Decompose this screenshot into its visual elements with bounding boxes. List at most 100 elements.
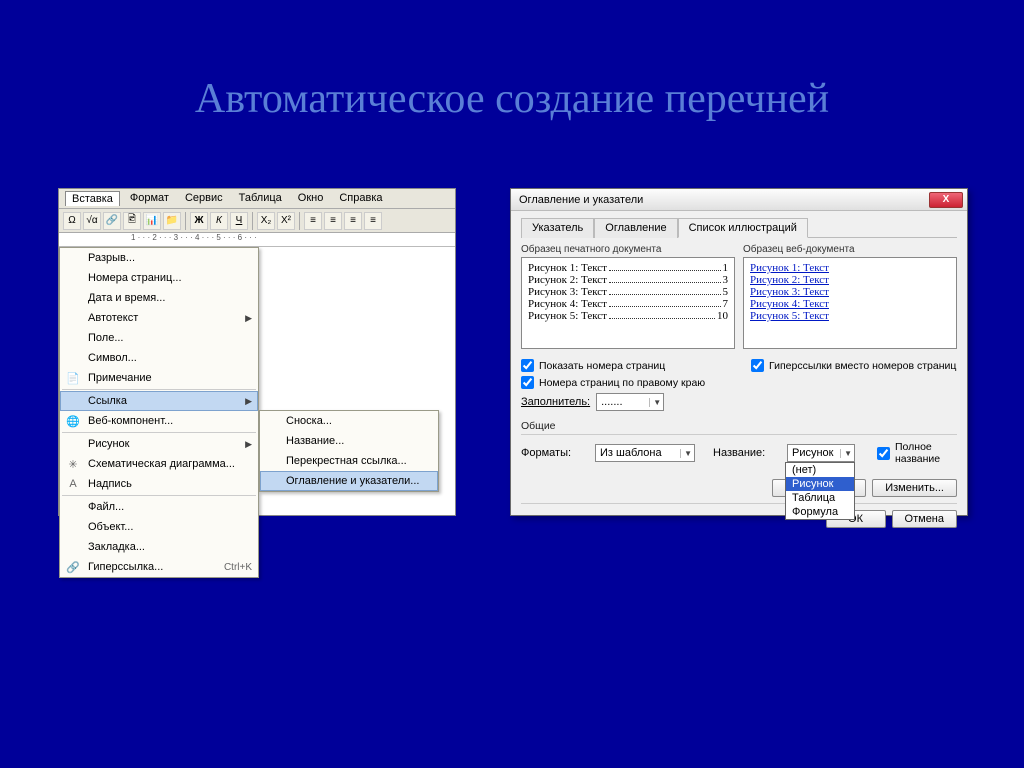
menu-item[interactable]: Номера страниц... xyxy=(60,268,258,288)
web-preview-link[interactable]: Рисунок 4: Текст xyxy=(750,298,950,310)
web-preview-link[interactable]: Рисунок 3: Текст xyxy=(750,286,950,298)
menu-item[interactable]: Объект... xyxy=(60,517,258,537)
menu-window[interactable]: Окно xyxy=(292,191,330,206)
toolbar: Ω √α 🔗 🖻 📊 📁 Ж К Ч X₂ X² ≡ ≡ ≡ ≡ xyxy=(59,209,455,233)
submenu-item[interactable]: Перекрестная ссылка... xyxy=(260,451,438,471)
menu-item-label: Рисунок xyxy=(88,438,239,450)
menu-item[interactable]: Файл... xyxy=(60,497,258,517)
menu-item-label: Поле... xyxy=(88,332,252,344)
submenu-item[interactable]: Сноска... xyxy=(260,411,438,431)
menu-item[interactable]: ✳Схематическая диаграмма... xyxy=(60,454,258,474)
menu-item-label: Примечание xyxy=(88,372,252,384)
menu-item-label: Символ... xyxy=(88,352,252,364)
menu-tools[interactable]: Сервис xyxy=(179,191,229,206)
menu-item-label: Гиперссылка... xyxy=(88,561,218,573)
reference-submenu: Сноска... Название... Перекрестная ссылка.… xyxy=(259,410,439,492)
menu-item[interactable]: Автотекст▶ xyxy=(60,308,258,328)
subscript-icon[interactable]: X₂ xyxy=(257,212,275,230)
menu-item[interactable]: 📄 Примечание xyxy=(60,368,258,388)
dropdown-option[interactable]: Рисунок xyxy=(786,477,854,491)
print-preview-label: Образец печатного документа xyxy=(521,244,735,255)
dropdown-option[interactable]: Формула xyxy=(786,505,854,519)
menu-item-label: Номера страниц... xyxy=(88,272,252,284)
align-justify-icon[interactable]: ≡ xyxy=(364,212,382,230)
menu-item[interactable]: Закладка... xyxy=(60,537,258,557)
menubar[interactable]: Вставка Формат Сервис Таблица Окно Справ… xyxy=(59,189,455,209)
dropdown-option[interactable]: (нет) xyxy=(786,463,854,477)
menu-item[interactable]: Поле... xyxy=(60,328,258,348)
menu-item[interactable]: Символ... xyxy=(60,348,258,368)
dropdown-option[interactable]: Таблица xyxy=(786,491,854,505)
align-left-icon[interactable]: ≡ xyxy=(304,212,322,230)
menu-item[interactable]: Разрыв... xyxy=(60,248,258,268)
bold-icon[interactable]: Ж xyxy=(190,212,208,230)
menu-table[interactable]: Таблица xyxy=(233,191,288,206)
tab-toc[interactable]: Оглавление xyxy=(594,218,677,238)
chk-show-pages[interactable]: Показать номера страниц xyxy=(521,359,727,372)
web-preview-link[interactable]: Рисунок 2: Текст xyxy=(750,274,950,286)
web-preview: Рисунок 1: ТекстРисунок 2: ТекстРисунок … xyxy=(743,257,957,349)
formats-dropdown[interactable]: Из шаблона▼ xyxy=(595,444,695,462)
chevron-right-icon: ▶ xyxy=(245,439,252,450)
submenu-item[interactable]: Оглавление и указатели... xyxy=(260,471,438,491)
chevron-right-icon: ▶ xyxy=(245,396,252,407)
submenu-item[interactable]: Название... xyxy=(260,431,438,451)
formats-label: Форматы: xyxy=(521,447,589,459)
menu-item-label: Схематическая диаграмма... xyxy=(88,458,252,470)
menu-format[interactable]: Формат xyxy=(124,191,175,206)
print-preview-row: Рисунок 5: Текст10 xyxy=(528,310,728,322)
menu-help[interactable]: Справка xyxy=(333,191,388,206)
chk-hyperlinks[interactable]: Гиперссылки вместо номеров страниц xyxy=(751,359,957,372)
menu-item-icon: 🌐 xyxy=(64,415,82,428)
close-icon[interactable]: X xyxy=(929,192,963,208)
dialog-titlebar: Оглавление и указатели X xyxy=(511,189,967,211)
align-right-icon[interactable]: ≡ xyxy=(344,212,362,230)
chk-full-title[interactable]: Полное название xyxy=(877,441,957,465)
underline-icon[interactable]: Ч xyxy=(230,212,248,230)
italic-icon[interactable]: К xyxy=(210,212,228,230)
web-preview-link[interactable]: Рисунок 1: Текст xyxy=(750,262,950,274)
word-window: Вставка Формат Сервис Таблица Окно Справ… xyxy=(58,188,456,516)
print-preview-row: Рисунок 2: Текст3 xyxy=(528,274,728,286)
divider xyxy=(299,212,300,230)
equation-icon[interactable]: √α xyxy=(83,212,101,230)
chart-icon[interactable]: 📊 xyxy=(143,212,161,230)
submenu-item-label: Название... xyxy=(286,435,344,447)
menu-item-shortcut: Ctrl+K xyxy=(224,562,252,573)
print-preview-row: Рисунок 4: Текст7 xyxy=(528,298,728,310)
menu-item[interactable]: 🌐Веб-компонент... xyxy=(60,411,258,431)
menu-item[interactable]: Дата и время... xyxy=(60,288,258,308)
cancel-button[interactable]: Отмена xyxy=(892,510,957,528)
slide-title: Автоматическое создание перечней xyxy=(0,75,1024,123)
menu-item-icon: A xyxy=(64,478,82,490)
menu-item-label: Разрыв... xyxy=(88,252,252,264)
modify-button[interactable]: Изменить... xyxy=(872,479,957,497)
menu-item[interactable]: Рисунок ▶ xyxy=(60,434,258,454)
web-preview-link[interactable]: Рисунок 5: Текст xyxy=(750,310,950,322)
open-icon[interactable]: 📁 xyxy=(163,212,181,230)
menu-item[interactable]: A Надпись xyxy=(60,474,258,494)
name-dropdown[interactable]: Рисунок▼ xyxy=(787,444,855,462)
print-preview-row: Рисунок 3: Текст5 xyxy=(528,286,728,298)
menu-item[interactable]: 🔗Гиперссылка...Ctrl+K xyxy=(60,557,258,577)
superscript-icon[interactable]: X² xyxy=(277,212,295,230)
hyperlink-icon[interactable]: 🔗 xyxy=(103,212,121,230)
menu-item-icon: 📄 xyxy=(64,372,82,385)
menu-item-label: Дата и время... xyxy=(88,292,252,304)
menu-item[interactable]: Ссылка ▶ xyxy=(60,391,258,411)
menu-item-label: Закладка... xyxy=(88,541,252,553)
filler-dropdown[interactable]: .......▼ xyxy=(596,393,664,411)
divider xyxy=(252,212,253,230)
tab-illustrations[interactable]: Список иллюстраций xyxy=(678,218,808,238)
chk-right-align[interactable]: Номера страниц по правому краю xyxy=(521,376,727,389)
menu-item-label: Надпись xyxy=(88,478,252,490)
picture-icon[interactable]: 🖻 xyxy=(123,212,141,230)
menu-item-label: Ссылка xyxy=(88,395,239,407)
menu-insert[interactable]: Вставка xyxy=(65,191,120,206)
name-dropdown-open[interactable]: (нет)РисунокТаблицаФормула xyxy=(785,462,855,520)
tab-index[interactable]: Указатель xyxy=(521,218,594,238)
align-center-icon[interactable]: ≡ xyxy=(324,212,342,230)
insert-menu-dropdown: Разрыв... Номера страниц... Дата и время..… xyxy=(59,247,259,578)
menu-item-label: Файл... xyxy=(88,501,252,513)
symbol-icon[interactable]: Ω xyxy=(63,212,81,230)
